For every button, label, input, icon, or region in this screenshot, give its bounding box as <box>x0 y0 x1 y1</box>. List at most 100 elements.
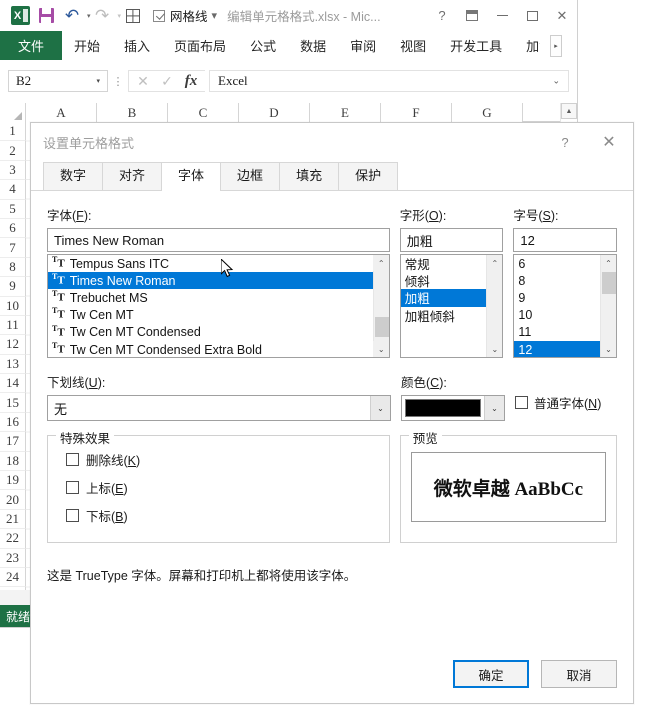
subscript-checkbox[interactable] <box>66 509 79 522</box>
scroll-up-icon[interactable]: ⌃ <box>601 255 617 271</box>
column-header-c[interactable]: C <box>168 103 239 122</box>
grid-icon[interactable] <box>121 4 145 28</box>
list-item[interactable]: 11 <box>514 324 600 341</box>
font-name-input[interactable]: Times New Roman <box>47 228 390 252</box>
tab-protection[interactable]: 保护 <box>338 162 398 190</box>
font-style-listbox[interactable]: 常规 倾斜 加粗 加粗倾斜 ⌃ ⌄ <box>400 254 504 358</box>
close-button[interactable]: ✕ <box>547 0 577 31</box>
underline-dropdown[interactable]: 无 ⌄ <box>47 395 391 421</box>
ribbon-tab-addins[interactable]: 加载项 <box>514 31 540 60</box>
row-header-2[interactable]: 2 <box>0 141 26 160</box>
tab-font[interactable]: 字体 <box>161 162 221 191</box>
column-header-a[interactable]: A <box>26 103 97 122</box>
subscript-checkbox-row[interactable]: 下标(B) <box>66 506 389 525</box>
color-dropdown[interactable]: ⌄ <box>401 395 505 421</box>
row-header-19[interactable]: 19 <box>0 471 26 490</box>
ribbon-tab-view[interactable]: 视图 <box>388 31 438 60</box>
style-list-scrollbar[interactable]: ⌃ ⌄ <box>486 255 502 357</box>
formula-bar-expand-icon[interactable]: ⌄ <box>552 76 560 87</box>
font-style-input[interactable]: 加粗 <box>400 228 504 252</box>
cancel-formula-icon[interactable]: ✕ <box>131 71 155 91</box>
list-item[interactable]: 8 <box>514 272 600 289</box>
list-item[interactable]: 倾斜 <box>401 272 487 289</box>
normal-font-checkbox-row[interactable]: 普通字体(N) <box>515 393 601 412</box>
font-size-input[interactable]: 12 <box>513 228 617 252</box>
tab-border[interactable]: 边框 <box>220 162 280 190</box>
ribbon-tab-file[interactable]: 文件 <box>0 31 62 60</box>
ribbon-tab-data[interactable]: 数据 <box>288 31 338 60</box>
row-header-24[interactable]: 24 <box>0 568 26 587</box>
insert-function-icon[interactable]: fx <box>179 71 203 91</box>
list-item[interactable]: 常规 <box>401 255 487 272</box>
row-header-3[interactable]: 3 <box>0 161 26 180</box>
list-item[interactable]: 加粗倾斜 <box>401 307 487 324</box>
scroll-down-icon[interactable]: ⌄ <box>487 341 503 357</box>
row-header-12[interactable]: 12 <box>0 335 26 354</box>
list-item[interactable]: TTTimes New Roman <box>48 272 373 289</box>
row-header-18[interactable]: 18 <box>0 452 26 471</box>
scrollbar-thumb[interactable] <box>375 317 389 337</box>
list-item[interactable]: TTTw Cen MT Condensed <box>48 324 373 341</box>
row-header-16[interactable]: 16 <box>0 413 26 432</box>
size-list-scrollbar[interactable]: ⌃ ⌄ <box>600 255 616 357</box>
row-header-1[interactable]: 1 <box>0 122 26 141</box>
list-item[interactable]: 10 <box>514 307 600 324</box>
chevron-down-icon[interactable]: ⌄ <box>484 396 504 420</box>
row-header-22[interactable]: 22 <box>0 529 26 548</box>
list-item[interactable]: TTTw Cen MT <box>48 307 373 324</box>
column-header-g[interactable]: G <box>452 103 523 122</box>
tab-number[interactable]: 数字 <box>43 162 103 190</box>
scroll-up-icon[interactable]: ⌃ <box>487 255 503 271</box>
scroll-up-icon[interactable]: ▲ <box>561 103 577 119</box>
superscript-checkbox-row[interactable]: 上标(E) <box>66 478 389 497</box>
save-icon[interactable] <box>34 4 58 28</box>
chevron-down-icon[interactable]: ⌄ <box>370 396 390 420</box>
ribbon-tab-formulas[interactable]: 公式 <box>238 31 288 60</box>
row-header-15[interactable]: 15 <box>0 393 26 412</box>
list-item[interactable]: 9 <box>514 289 600 306</box>
redo-button[interactable]: ↶ <box>91 4 115 28</box>
scroll-down-icon[interactable]: ⌄ <box>601 341 617 357</box>
minimize-button[interactable] <box>487 0 517 31</box>
select-all-corner[interactable] <box>0 103 26 122</box>
row-header-11[interactable]: 11 <box>0 316 26 335</box>
row-header-13[interactable]: 13 <box>0 355 26 374</box>
name-box-caret-icon[interactable]: ▾ <box>96 77 100 85</box>
confirm-formula-icon[interactable]: ✓ <box>155 71 179 91</box>
ribbon-display-options-icon[interactable] <box>457 0 487 31</box>
row-header-6[interactable]: 6 <box>0 219 26 238</box>
row-header-4[interactable]: 4 <box>0 180 26 199</box>
scroll-down-icon[interactable]: ⌄ <box>373 341 389 357</box>
ribbon-tab-page-layout[interactable]: 页面布局 <box>162 31 238 60</box>
font-name-listbox[interactable]: TTTempus Sans ITC TTTimes New Roman TTTr… <box>47 254 390 358</box>
row-header-21[interactable]: 21 <box>0 510 26 529</box>
list-item[interactable]: TTTrebuchet MS <box>48 289 373 306</box>
row-header-17[interactable]: 17 <box>0 432 26 451</box>
dialog-help-icon[interactable]: ? <box>545 123 585 161</box>
tab-fill[interactable]: 填充 <box>279 162 339 190</box>
ribbon-tab-home[interactable]: 开始 <box>62 31 112 60</box>
scroll-up-icon[interactable]: ⌃ <box>373 255 389 271</box>
font-list-scrollbar[interactable]: ⌃ ⌄ <box>373 255 389 357</box>
column-header-b[interactable]: B <box>97 103 168 122</box>
ribbon-tab-insert[interactable]: 插入 <box>112 31 162 60</box>
column-header-d[interactable]: D <box>239 103 310 122</box>
formula-input[interactable]: Excel ⌄ <box>209 70 569 92</box>
row-header-8[interactable]: 8 <box>0 258 26 277</box>
gridlines-checkbox[interactable] <box>153 10 165 22</box>
maximize-button[interactable] <box>517 0 547 31</box>
excel-app-icon[interactable]: X <box>8 4 32 28</box>
strikethrough-checkbox[interactable] <box>66 453 79 466</box>
row-header-9[interactable]: 9 <box>0 277 26 296</box>
row-header-5[interactable]: 5 <box>0 200 26 219</box>
row-header-10[interactable]: 10 <box>0 297 26 316</box>
normal-font-checkbox[interactable] <box>515 396 528 409</box>
row-header-20[interactable]: 20 <box>0 490 26 509</box>
column-header-e[interactable]: E <box>310 103 381 122</box>
tab-alignment[interactable]: 对齐 <box>102 162 162 190</box>
dialog-close-icon[interactable]: ✕ <box>589 123 629 161</box>
superscript-checkbox[interactable] <box>66 481 79 494</box>
list-item[interactable]: 加粗 <box>401 289 487 306</box>
row-header-7[interactable]: 7 <box>0 238 26 257</box>
ribbon-tab-developer[interactable]: 开发工具 <box>438 31 514 60</box>
